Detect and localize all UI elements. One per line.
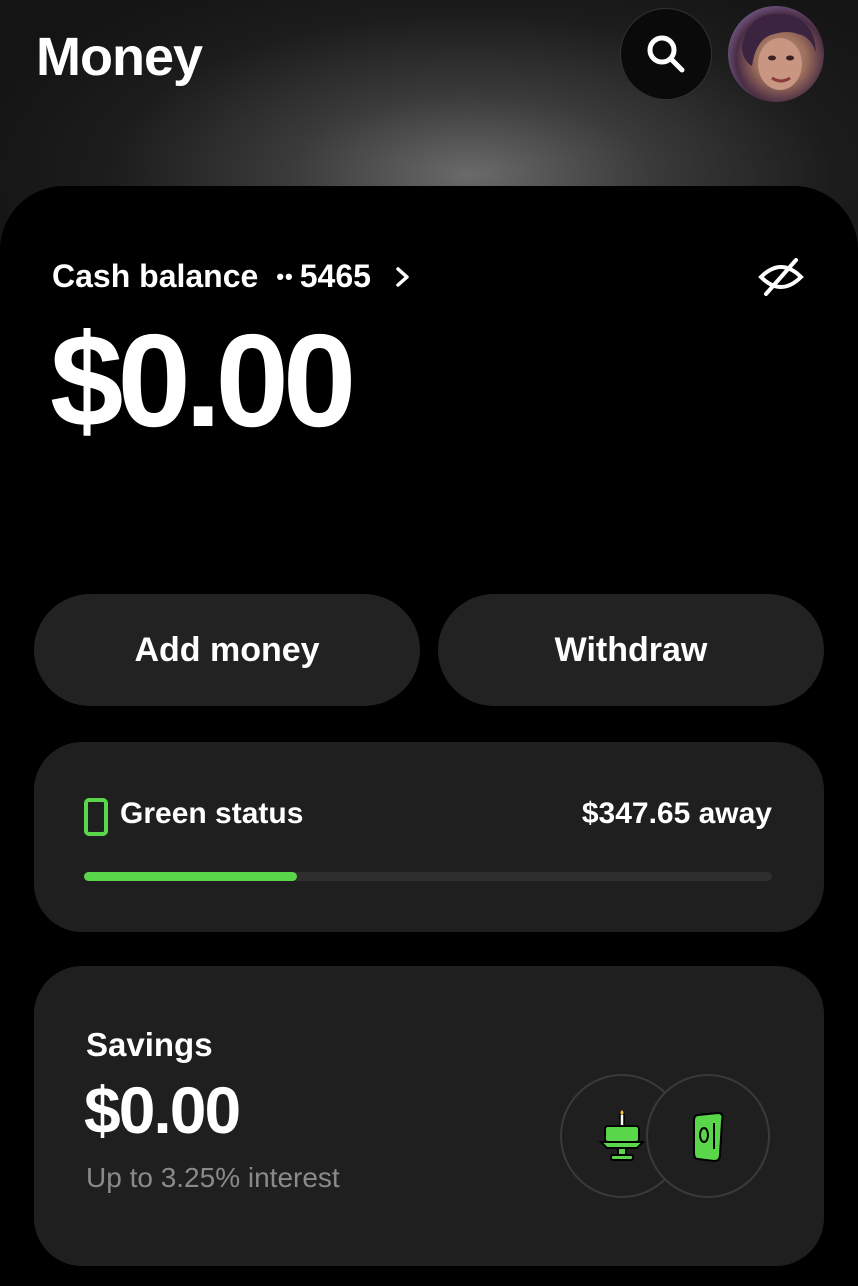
eye-off-icon	[758, 258, 804, 296]
status-progress-fill	[84, 872, 298, 881]
search-icon	[647, 35, 685, 73]
money-roll-icon	[693, 1111, 724, 1163]
cash-balance-header[interactable]: Cash balance •• 5465	[52, 258, 411, 295]
add-money-button[interactable]: Add money	[34, 594, 420, 706]
status-card-icon	[84, 798, 108, 836]
hide-balance-button[interactable]	[756, 252, 806, 302]
savings-amount: $0.00	[84, 1073, 241, 1147]
search-button[interactable]	[620, 8, 712, 100]
page-title: Money	[36, 27, 203, 87]
account-dots: ••	[276, 263, 294, 289]
account-number: 5465	[299, 258, 371, 294]
savings-card[interactable]: Savings $0.00 Up to 3.25% interest	[34, 966, 824, 1266]
cash-balance-amount: $0.00	[50, 307, 356, 454]
birthday-cake-icon	[598, 1110, 646, 1161]
cash-balance-label: Cash balance	[52, 258, 259, 294]
savings-interest-text: Up to 3.25% interest	[86, 1162, 340, 1193]
green-status-card[interactable]: Green status $347.65 away	[34, 742, 824, 932]
savings-goal-money[interactable]	[646, 1074, 770, 1198]
profile-avatar[interactable]	[728, 6, 824, 102]
status-label: Green status	[120, 797, 304, 830]
status-away-amount: $347.65 away	[581, 797, 772, 830]
savings-label: Savings	[86, 1026, 213, 1063]
withdraw-button[interactable]: Withdraw	[438, 594, 824, 706]
status-progress-bar	[84, 872, 772, 881]
chevron-right-icon	[395, 266, 411, 288]
